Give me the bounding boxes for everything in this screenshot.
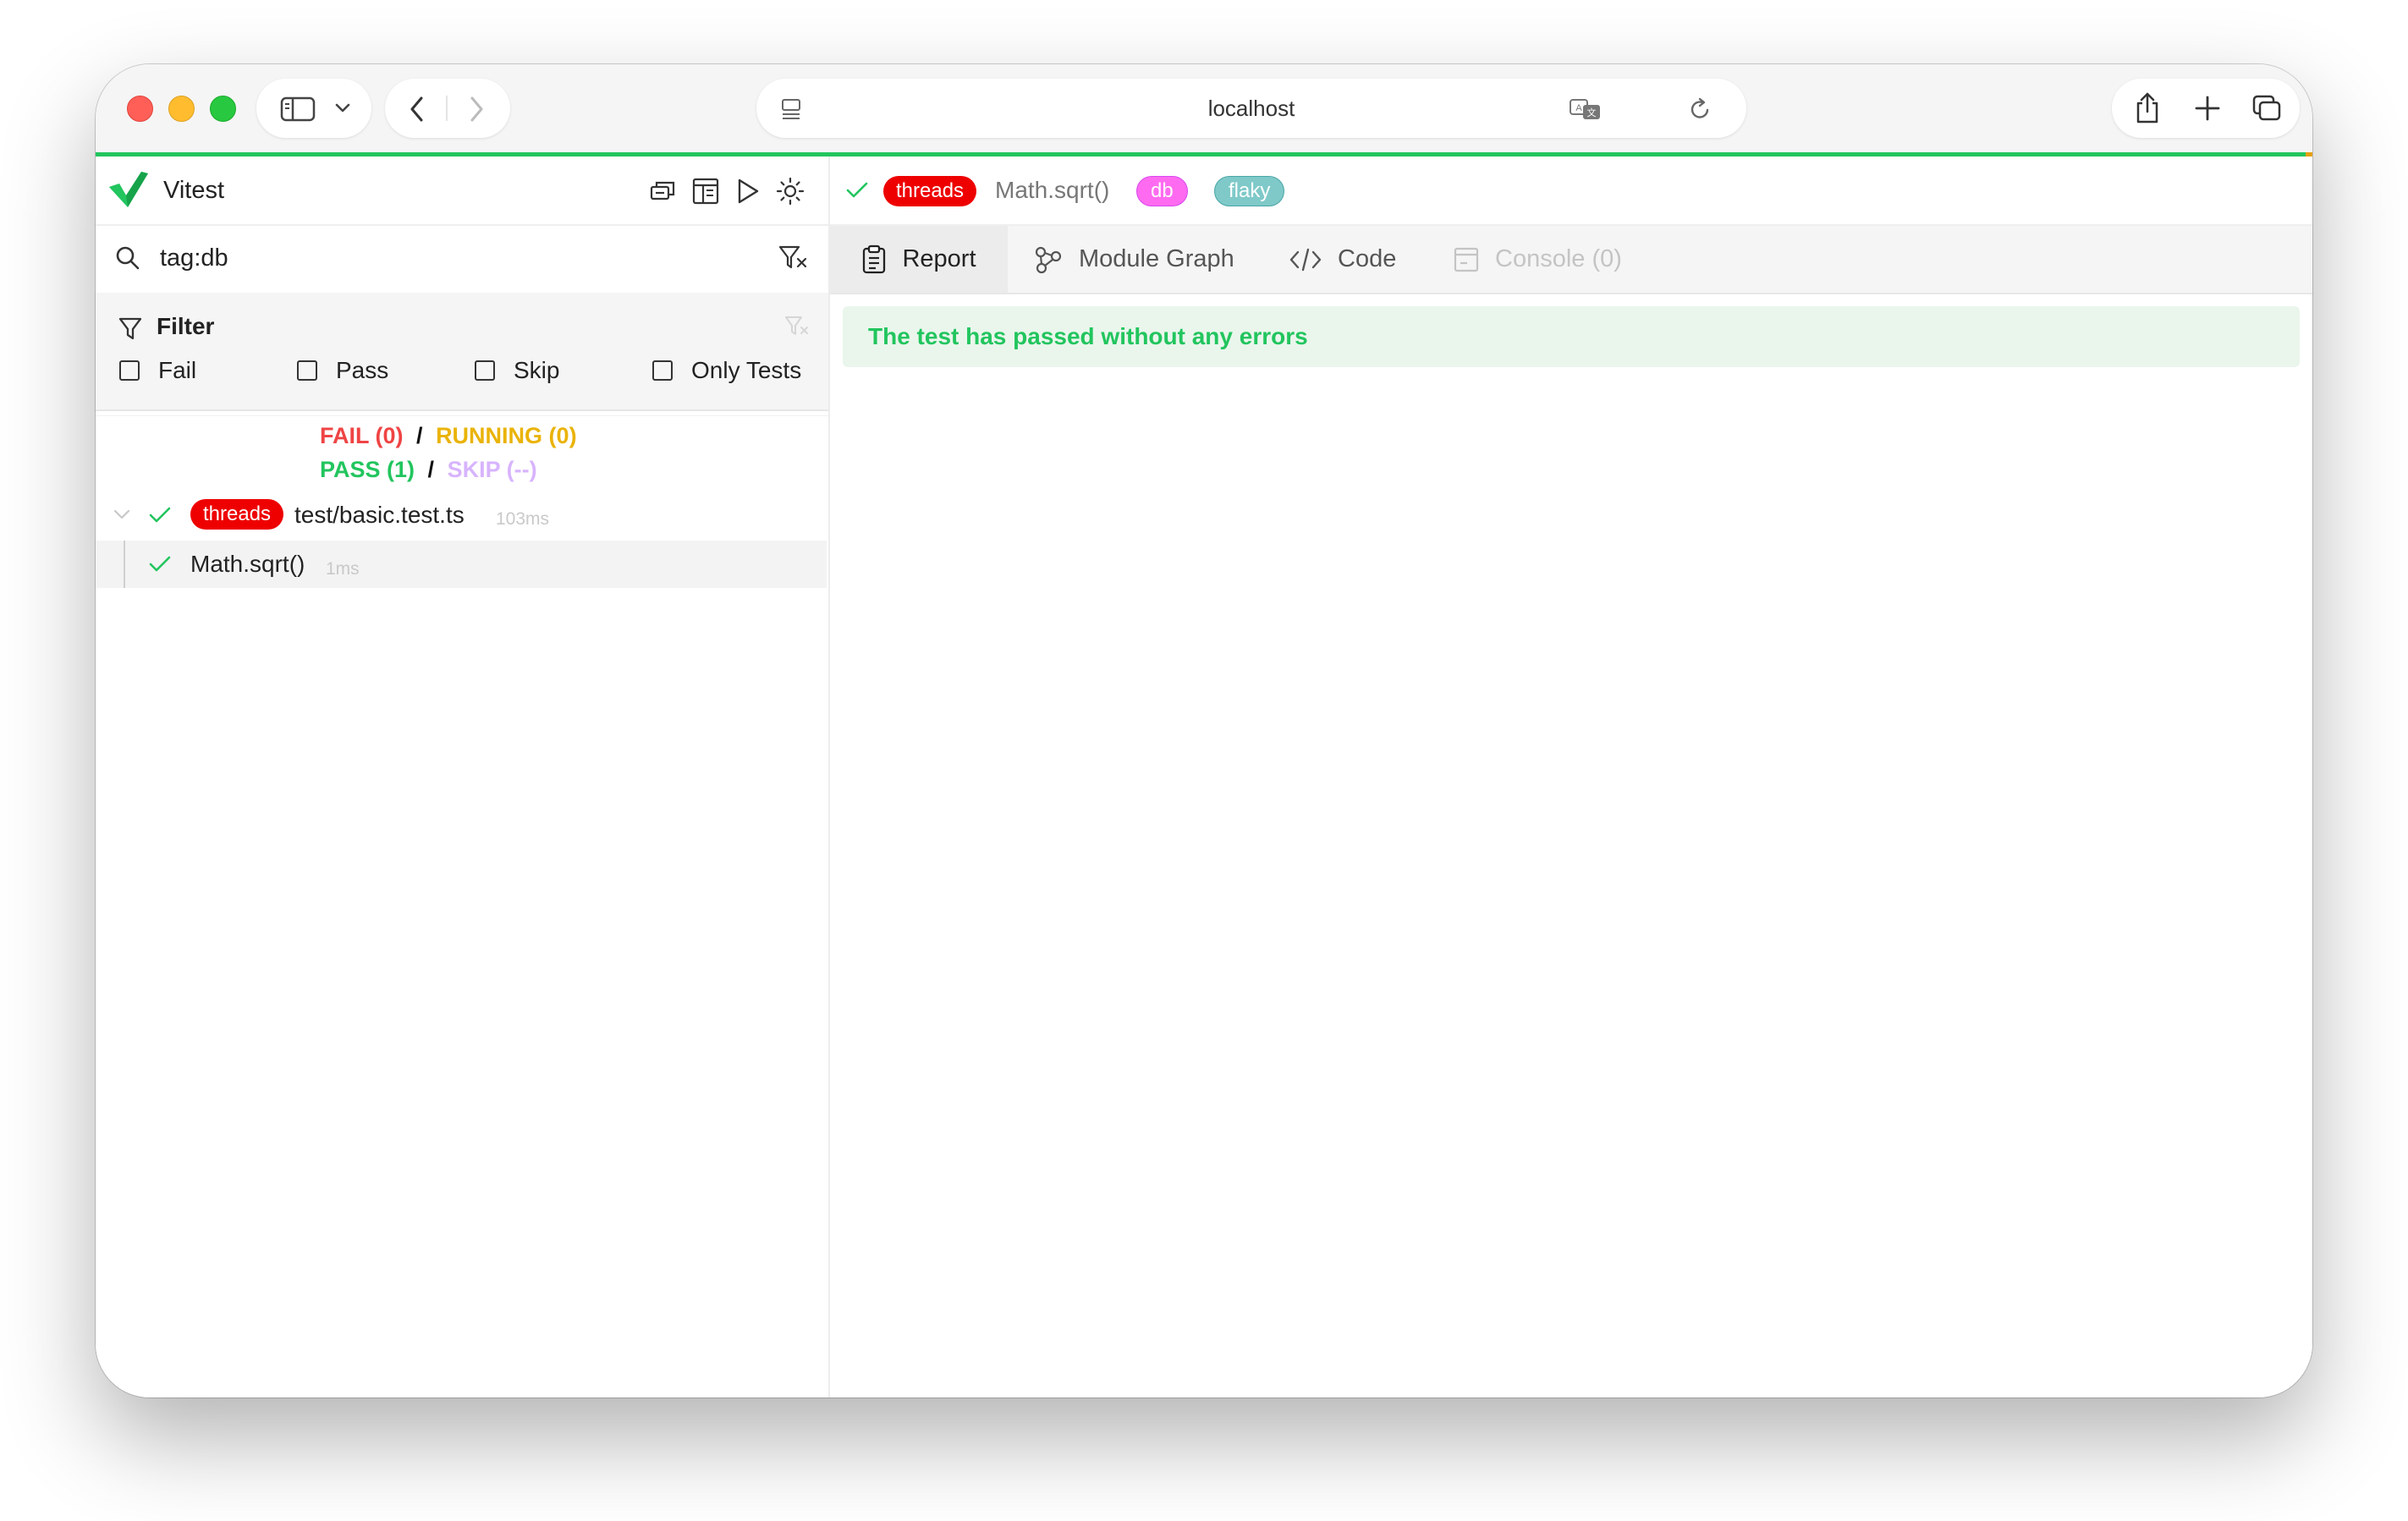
fail-count[interactable]: FAIL (0) [320, 423, 404, 448]
summary-line-1: FAIL (0) / RUNNING (0) [320, 423, 577, 449]
detail-test-name: Math.sqrt() [995, 177, 1110, 203]
collapse-chevron-icon[interactable] [113, 508, 131, 522]
history-nav-group [385, 79, 510, 138]
forward-arrow-icon[interactable] [468, 96, 485, 123]
close-window-button[interactable] [127, 96, 153, 122]
pass-check-icon [846, 182, 868, 198]
tab-overview-icon[interactable] [2251, 94, 2282, 123]
pool-tag: threads [883, 176, 977, 206]
tree-test-row[interactable]: Math.sqrt() 1ms [96, 541, 827, 588]
running-count[interactable]: RUNNING (0) [436, 423, 577, 448]
tab-console: Console (0) [1453, 226, 1622, 293]
filter-skip-label: Skip [514, 357, 560, 383]
filter-pass-option[interactable]: Pass [297, 357, 388, 384]
pool-tag: threads [190, 499, 284, 530]
filter-icon [118, 317, 142, 340]
zoom-window-button[interactable] [210, 96, 236, 122]
filter-fail-option[interactable]: Fail [119, 357, 196, 384]
back-arrow-icon[interactable] [409, 96, 426, 123]
filter-only-tests-checkbox[interactable] [652, 360, 673, 381]
search-input[interactable] [160, 241, 668, 275]
tab-console-label: Console (0) [1495, 245, 1622, 272]
address-bar[interactable]: localhost A 文 [756, 79, 1746, 138]
pass-check-icon [149, 556, 171, 572]
tree-indent-guide [124, 541, 125, 588]
code-icon [1289, 248, 1322, 271]
collapse-all-icon[interactable] [649, 177, 678, 204]
run-all-icon[interactable] [735, 177, 761, 206]
sidebar-header: Vitest [96, 156, 828, 224]
filter-title: Filter [157, 313, 215, 339]
filter-panel: Filter Fail Pass Skip Only Tests [96, 293, 828, 411]
dashboard-icon[interactable] [691, 177, 720, 206]
success-banner: The test has passed without any errors [843, 306, 2300, 367]
filter-only-tests-option[interactable]: Only Tests [652, 357, 801, 384]
svg-text:文: 文 [1587, 107, 1597, 118]
file-duration: 103ms [496, 509, 550, 529]
clear-filter-icon[interactable] [778, 244, 808, 272]
summary-separator: / [427, 457, 435, 482]
reload-icon[interactable] [1689, 96, 1713, 122]
pass-check-icon [149, 507, 171, 523]
detail-pane: threads Math.sqrt() db flaky Report Modu… [830, 156, 2312, 1397]
search-icon [116, 246, 140, 270]
vitest-logo-icon [109, 172, 148, 207]
results-summary: FAIL (0) / RUNNING (0) PASS (1) / SKIP (… [96, 415, 828, 492]
graph-icon [1035, 246, 1062, 273]
chevron-down-icon[interactable] [334, 102, 351, 114]
filter-pass-checkbox[interactable] [297, 360, 317, 381]
clipboard-icon [863, 244, 886, 273]
filter-skip-checkbox[interactable] [475, 360, 495, 381]
window-controls [127, 96, 236, 122]
tab-code-label: Code [1338, 245, 1397, 272]
search-row [96, 224, 828, 294]
test-duration: 1ms [326, 559, 360, 579]
window-actions-group [2112, 79, 2300, 138]
detail-header: threads Math.sqrt() db flaky [830, 156, 2312, 224]
success-message: The test has passed without any errors [868, 323, 1308, 349]
browser-toolbar: localhost A 文 [96, 64, 2312, 152]
filter-skip-option[interactable]: Skip [475, 357, 559, 384]
filter-only-tests-label: Only Tests [691, 357, 802, 383]
tab-code[interactable]: Code [1289, 226, 1396, 293]
vitest-ui: Vitest tag:db Filter Fail Pass Skip Only… [96, 156, 2312, 1397]
sidebar-icon[interactable] [280, 96, 316, 122]
new-tab-icon[interactable] [2194, 95, 2221, 122]
pass-count[interactable]: PASS (1) [320, 457, 415, 482]
svg-text:A: A [1575, 103, 1582, 113]
detail-tabs: Report Module Graph Code Console (0) [830, 224, 2312, 294]
filter-fail-checkbox[interactable] [119, 360, 140, 381]
filter-fail-label: Fail [158, 357, 197, 383]
tab-module-graph-label: Module Graph [1079, 245, 1234, 272]
minimize-window-button[interactable] [168, 96, 195, 122]
summary-line-2: PASS (1) / SKIP (--) [320, 457, 537, 483]
tag-flaky: flaky [1214, 176, 1285, 206]
skip-count[interactable]: SKIP (--) [448, 457, 537, 482]
sidebar: Vitest tag:db Filter Fail Pass Skip Only… [96, 156, 830, 1397]
test-name: Math.sqrt() [190, 551, 305, 577]
reset-filter-icon [785, 316, 808, 335]
summary-separator: / [416, 423, 423, 448]
filter-pass-label: Pass [336, 357, 389, 383]
theme-toggle-sun-icon[interactable] [776, 177, 805, 206]
browser-window: localhost A 文 Vitest tag:db Filter Fail … [96, 64, 2312, 1397]
tree-file-row[interactable]: threads test/basic.test.ts 103ms [96, 493, 828, 541]
sidebar-toggle-group [256, 79, 371, 138]
tab-report[interactable]: Report [830, 226, 1008, 293]
tag-db: db [1136, 176, 1188, 206]
share-icon[interactable] [2133, 91, 2162, 125]
tab-report-label: Report [902, 245, 976, 272]
file-name: test/basic.test.ts [294, 502, 465, 528]
console-icon [1454, 247, 1479, 272]
app-title: Vitest [163, 177, 225, 204]
tab-module-graph[interactable]: Module Graph [1033, 226, 1234, 293]
translate-icon[interactable]: A 文 [1569, 97, 1603, 121]
